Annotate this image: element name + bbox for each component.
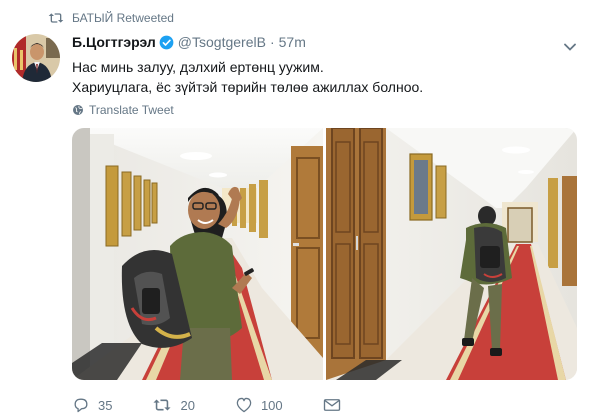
reply-button[interactable]: 35 xyxy=(72,397,112,413)
verified-badge-icon xyxy=(159,35,174,50)
globe-icon xyxy=(73,105,83,115)
translate-tweet-label: Translate Tweet xyxy=(89,103,174,117)
direct-message-button[interactable] xyxy=(323,398,349,412)
heart-icon xyxy=(236,397,252,413)
tweet-timestamp[interactable]: 57m xyxy=(279,34,306,50)
retweet-count: 20 xyxy=(180,397,195,413)
retweet-icon xyxy=(153,399,172,411)
tweet-photo-2[interactable] xyxy=(326,128,577,380)
tweet-menu-button[interactable] xyxy=(564,38,576,56)
reply-icon xyxy=(74,398,88,413)
retweet-context[interactable]: БАТЫЙ Retweeted xyxy=(48,10,174,26)
header-separator: · xyxy=(269,34,275,50)
tweet-text-line-1: Нас минь залуу, дэлхий ертөнц уужим. xyxy=(72,59,324,75)
tweet-photo-1[interactable] xyxy=(72,128,323,380)
tweet-header: Б.Цогтгэрэл @TsogtgerelB · 57m xyxy=(72,32,306,52)
translate-tweet-link[interactable]: Translate Tweet xyxy=(72,102,174,118)
author-name[interactable]: Б.Цогтгэрэл xyxy=(72,34,156,50)
reply-count: 35 xyxy=(98,397,113,413)
retweet-context-label: БАТЫЙ Retweeted xyxy=(72,11,174,25)
like-button[interactable]: 100 xyxy=(235,397,283,413)
tweet-actions: 35 20 100 xyxy=(72,395,389,415)
tweet-text-line-2: Хариуцлага, ёс зүйтэй төрийн төлөө ажилл… xyxy=(72,79,424,95)
like-count: 100 xyxy=(260,397,283,413)
author-handle[interactable]: @TsogtgerelB xyxy=(178,34,266,50)
retweet-icon xyxy=(48,13,64,23)
retweet-button[interactable]: 20 xyxy=(152,397,195,413)
avatar[interactable] xyxy=(12,34,60,82)
chevron-down-icon xyxy=(564,43,576,51)
envelope-icon xyxy=(323,399,340,411)
